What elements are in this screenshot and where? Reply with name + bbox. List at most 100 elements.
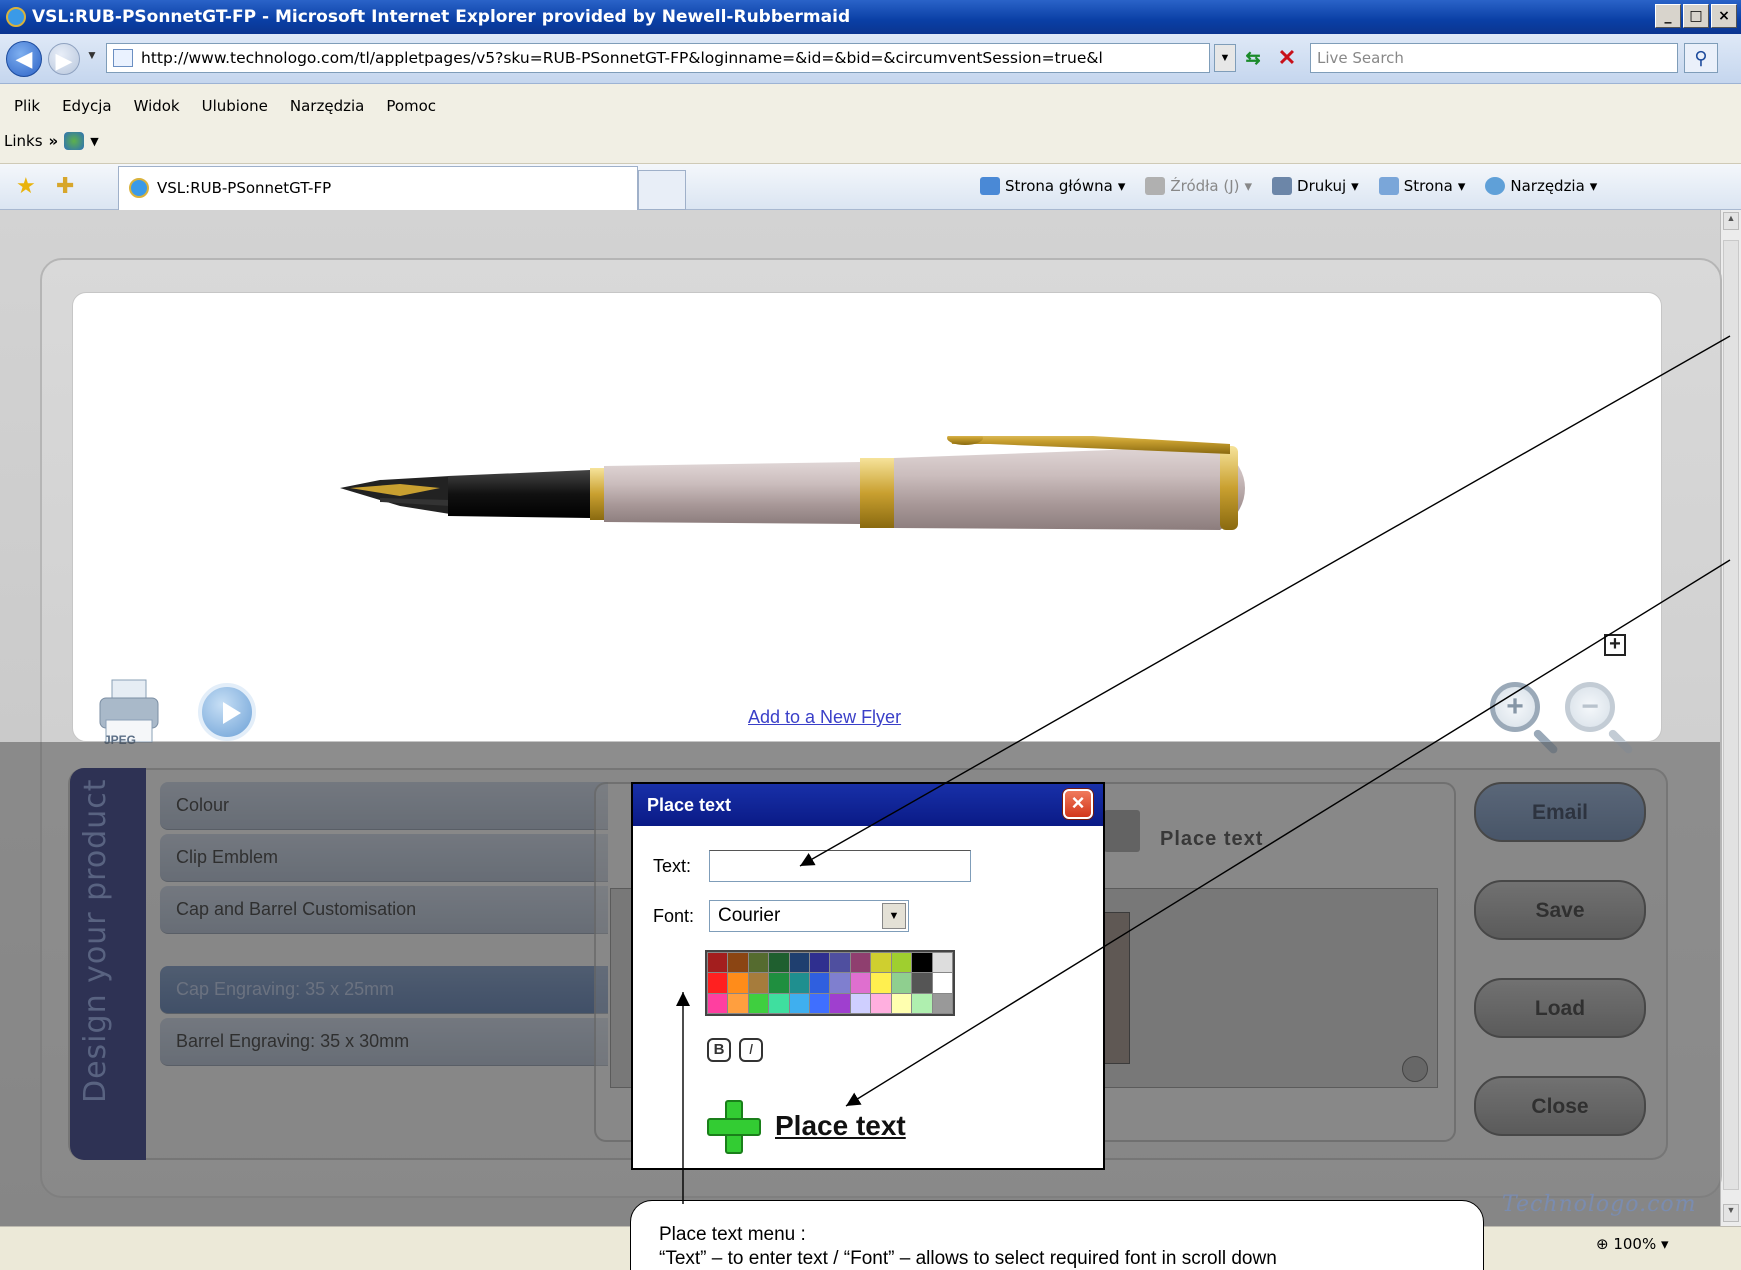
menu-file[interactable]: Plik bbox=[14, 97, 40, 115]
links-dropdown-icon[interactable]: ▼ bbox=[90, 135, 98, 148]
color-swatch[interactable] bbox=[871, 993, 891, 1013]
menu-favorites[interactable]: Ulubione bbox=[202, 97, 268, 115]
maximize-button[interactable]: □ bbox=[1683, 4, 1709, 28]
tools-button[interactable]: Narzędzia ▾ bbox=[1485, 177, 1597, 195]
play-icon[interactable] bbox=[198, 683, 256, 741]
zoom-out-icon[interactable]: − bbox=[1565, 682, 1615, 732]
gear-icon bbox=[1485, 177, 1506, 195]
stop-icon[interactable]: ✕ bbox=[1272, 44, 1302, 72]
forward-button[interactable]: ▶ bbox=[48, 43, 80, 75]
favorites-star-icon[interactable]: ★ bbox=[16, 174, 36, 199]
color-swatch[interactable] bbox=[769, 953, 789, 973]
url-input[interactable]: http://www.technologo.com/tl/appletpages… bbox=[106, 43, 1210, 73]
color-swatch[interactable] bbox=[708, 953, 728, 973]
add-favorite-icon[interactable]: ✚ bbox=[56, 174, 74, 199]
color-swatch[interactable] bbox=[932, 973, 952, 993]
color-swatch[interactable] bbox=[708, 993, 728, 1013]
scroll-up-icon[interactable]: ▲ bbox=[1723, 212, 1739, 230]
color-swatch[interactable] bbox=[810, 953, 830, 973]
search-icon[interactable]: ⚲ bbox=[1684, 43, 1718, 73]
color-swatch[interactable] bbox=[932, 993, 952, 1013]
feeds-icon bbox=[1145, 177, 1166, 195]
font-select[interactable]: Courier ▼ bbox=[709, 900, 909, 932]
minimize-button[interactable]: _ bbox=[1655, 4, 1681, 28]
color-swatch[interactable] bbox=[830, 993, 850, 1013]
color-swatch[interactable] bbox=[912, 973, 932, 993]
color-swatch[interactable] bbox=[748, 973, 769, 993]
color-swatch[interactable] bbox=[850, 973, 871, 993]
feeds-button[interactable]: Źródła (J) ▾ bbox=[1145, 177, 1252, 195]
tools-label: Narzędzia bbox=[1510, 177, 1585, 195]
color-swatch[interactable] bbox=[891, 953, 912, 973]
history-dropdown-icon[interactable]: ▼ bbox=[86, 48, 98, 62]
tab-bar: ★ ✚ VSL:RUB-PSonnetGT-FP Strona główna ▾… bbox=[0, 164, 1741, 210]
menu-help[interactable]: Pomoc bbox=[386, 97, 436, 115]
add-to-flyer-link[interactable]: Add to a New Flyer bbox=[748, 707, 901, 728]
add-text-plus-icon[interactable] bbox=[707, 1100, 761, 1154]
place-text-button[interactable]: Place text bbox=[775, 1110, 906, 1142]
font-select-value: Courier bbox=[718, 905, 781, 926]
color-swatch[interactable] bbox=[891, 973, 912, 993]
address-bar: ◀ ▶ ▼ http://www.technologo.com/tl/apple… bbox=[0, 34, 1741, 84]
bold-button[interactable]: B bbox=[707, 1038, 731, 1062]
text-input[interactable] bbox=[709, 850, 971, 882]
url-dropdown-icon[interactable]: ▼ bbox=[1214, 44, 1236, 72]
zoom-out-sign: − bbox=[1581, 690, 1599, 723]
color-swatch[interactable] bbox=[871, 973, 891, 993]
color-swatch[interactable] bbox=[912, 993, 932, 1013]
color-swatch[interactable] bbox=[871, 953, 891, 973]
vertical-scrollbar[interactable]: ▲ ▼ bbox=[1720, 210, 1741, 1226]
page-label: Strona bbox=[1403, 177, 1453, 195]
color-swatch[interactable] bbox=[728, 973, 748, 993]
color-swatch[interactable] bbox=[789, 973, 810, 993]
print-button[interactable]: Drukuj ▾ bbox=[1272, 177, 1359, 195]
zoom-level[interactable]: ⊕ 100% ▾ bbox=[1596, 1235, 1669, 1253]
color-swatch[interactable] bbox=[708, 973, 728, 993]
text-label: Text: bbox=[653, 856, 692, 876]
color-swatch[interactable] bbox=[728, 993, 748, 1013]
page-button[interactable]: Strona ▾ bbox=[1378, 177, 1465, 195]
color-swatch[interactable] bbox=[850, 993, 871, 1013]
expand-icon[interactable]: + bbox=[1604, 634, 1626, 656]
color-swatch[interactable] bbox=[789, 993, 810, 1013]
color-swatch[interactable] bbox=[769, 973, 789, 993]
font-dropdown-icon[interactable]: ▼ bbox=[882, 903, 906, 929]
command-bar: Strona główna ▾ Źródła (J) ▾ Drukuj ▾ St… bbox=[980, 177, 1597, 195]
refresh-icon[interactable]: ⇆ bbox=[1238, 44, 1268, 72]
color-swatch[interactable] bbox=[891, 993, 912, 1013]
close-window-button[interactable]: × bbox=[1711, 4, 1737, 28]
color-swatch[interactable] bbox=[769, 993, 789, 1013]
color-swatch[interactable] bbox=[748, 953, 769, 973]
color-swatch[interactable] bbox=[789, 953, 810, 973]
color-swatch[interactable] bbox=[810, 973, 830, 993]
menu-edit[interactable]: Edycja bbox=[62, 97, 111, 115]
callout-line-2: “Text” – to enter text / “Font” – allows… bbox=[659, 1248, 1277, 1269]
color-swatch[interactable] bbox=[932, 953, 952, 973]
scroll-thumb[interactable] bbox=[1723, 240, 1739, 1190]
color-swatch[interactable] bbox=[830, 973, 850, 993]
dialog-close-button[interactable]: × bbox=[1063, 789, 1093, 819]
window-title: VSL:RUB-PSonnetGT-FP - Microsoft Interne… bbox=[32, 7, 851, 27]
search-input[interactable]: Live Search bbox=[1310, 43, 1678, 73]
feeds-label: Źródła (J) bbox=[1170, 177, 1240, 195]
scroll-down-icon[interactable]: ▼ bbox=[1723, 1204, 1739, 1222]
color-swatch[interactable] bbox=[912, 953, 932, 973]
color-swatch[interactable] bbox=[830, 953, 850, 973]
zoom-in-icon[interactable]: + bbox=[1490, 682, 1540, 732]
color-swatch[interactable] bbox=[810, 993, 830, 1013]
color-swatch[interactable] bbox=[728, 953, 748, 973]
color-swatch[interactable] bbox=[850, 953, 871, 973]
tab-active[interactable]: VSL:RUB-PSonnetGT-FP bbox=[118, 166, 638, 210]
back-button[interactable]: ◀ bbox=[6, 41, 42, 77]
new-tab-button[interactable] bbox=[638, 170, 686, 210]
printer-icon bbox=[1272, 177, 1293, 195]
zoom-level-value: 100% bbox=[1613, 1235, 1657, 1253]
home-button[interactable]: Strona główna ▾ bbox=[980, 177, 1125, 195]
links-chevron[interactable]: » bbox=[49, 132, 59, 150]
links-folder-icon[interactable] bbox=[64, 132, 85, 150]
menu-tools[interactable]: Narzędzia bbox=[290, 97, 364, 115]
color-swatch[interactable] bbox=[748, 993, 769, 1013]
color-palette[interactable] bbox=[705, 950, 955, 1016]
menu-view[interactable]: Widok bbox=[134, 97, 180, 115]
italic-button[interactable]: I bbox=[739, 1038, 763, 1062]
